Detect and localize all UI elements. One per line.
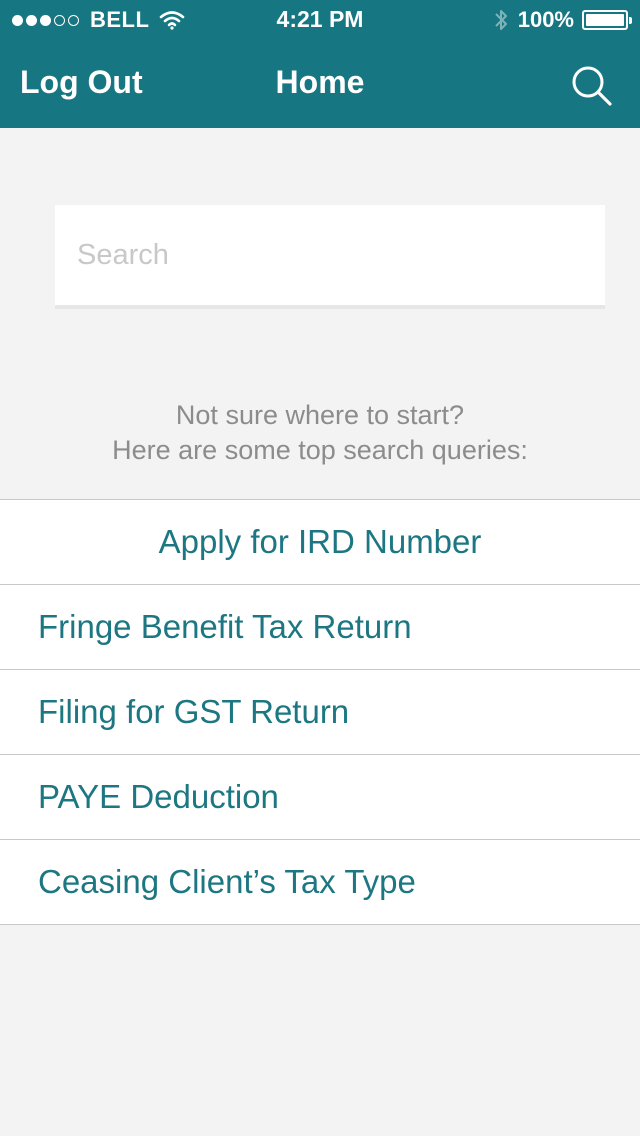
query-item-ceasing-tax-type[interactable]: Ceasing Client’s Tax Type [0,840,640,925]
status-bar: BELL 4:21 PM 100% [0,0,640,40]
query-item-gst-return[interactable]: Filing for GST Return [0,670,640,755]
battery-fill [586,14,624,26]
search-input[interactable] [55,205,605,305]
hint-line-1: Not sure where to start? [175,400,465,430]
battery-nub [629,17,632,24]
hint-text: Not sure where to start? Here are some t… [0,398,640,468]
status-right: 100% [494,7,632,33]
battery-icon [582,10,632,30]
battery-percentage: 100% [517,7,574,32]
bluetooth-icon [495,10,507,30]
query-item-paye-deduction[interactable]: PAYE Deduction [0,755,640,840]
hint-line-2: Here are some top search queries: [112,435,528,465]
navigation-bar: Log Out Home [0,40,640,128]
query-item-apply-ird-number[interactable]: Apply for IRD Number [0,500,640,585]
page-title: Home [275,64,365,100]
top-queries-list: Apply for IRD Number Fringe Benefit Tax … [0,499,640,925]
query-item-fringe-benefit-tax[interactable]: Fringe Benefit Tax Return [0,585,640,670]
header: BELL 4:21 PM 100% Log Out Home [0,0,640,128]
search-field [55,205,605,309]
search-icon[interactable] [570,64,614,108]
